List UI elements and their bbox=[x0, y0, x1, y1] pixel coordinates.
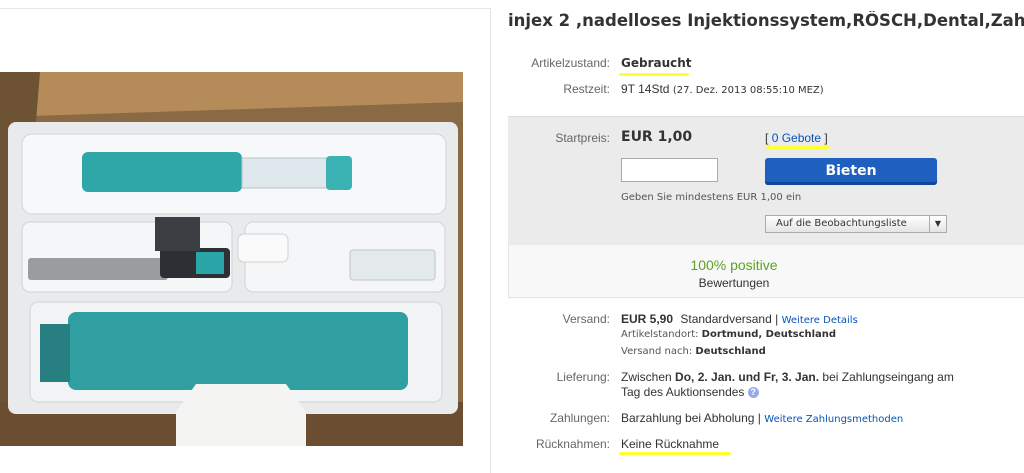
feedback-label: Bewertungen bbox=[698, 276, 770, 290]
ships-to: Versand nach: Deutschland bbox=[621, 346, 766, 357]
bids-bracket-open: [ bbox=[765, 131, 769, 145]
shipping-details-link[interactable]: Weitere Details bbox=[782, 315, 858, 326]
watchlist-label: Auf die Beobachtungsliste bbox=[776, 218, 907, 229]
injector-rod bbox=[28, 258, 168, 280]
shipping-separator: | bbox=[775, 312, 779, 326]
shipping-cost: EUR 5,90 bbox=[621, 312, 674, 326]
chevron-down-icon[interactable]: ▼ bbox=[929, 216, 946, 232]
condition-value: Gebraucht bbox=[621, 56, 692, 70]
payments-separator: | bbox=[757, 411, 761, 425]
end-date: (27. Dez. 2013 08:55:10 MEZ) bbox=[672, 85, 824, 96]
column-divider bbox=[490, 8, 491, 473]
returns-highlight bbox=[619, 452, 731, 455]
start-price-label: Startpreis: bbox=[555, 131, 610, 145]
condition-label: Artikelzustand: bbox=[531, 56, 610, 70]
condition-highlight bbox=[619, 73, 689, 76]
delivery-pre: Zwischen bbox=[621, 370, 672, 384]
bids-count: [ 0 Gebote ] bbox=[765, 131, 828, 145]
location-label: Artikelstandort: bbox=[621, 329, 699, 340]
injector-cap bbox=[82, 152, 242, 192]
bids-link[interactable]: 0 Gebote bbox=[772, 131, 821, 145]
ships-to-value: Deutschland bbox=[695, 346, 766, 357]
delivery-post: bei Zahlungseingang am bbox=[822, 370, 954, 384]
watchlist-button[interactable]: Auf die Beobachtungsliste ▼ bbox=[765, 215, 947, 233]
delivery-label: Lieferung: bbox=[556, 370, 610, 384]
payments-label: Zahlungen: bbox=[549, 411, 610, 425]
ships-to-label: Versand nach: bbox=[621, 346, 693, 357]
delivery-dates: Do, 2. Jan. und Fr, 3. Jan. bbox=[675, 370, 820, 384]
product-photo[interactable] bbox=[0, 72, 463, 446]
delivery-line2: Tag des Auktionsendes bbox=[621, 385, 745, 399]
payments-value: Barzahlung bei Abholung bbox=[621, 411, 755, 425]
item-location: Artikelstandort: Dortmund, Deutschland bbox=[621, 329, 836, 340]
feedback-percent[interactable]: 100% positive bbox=[508, 257, 960, 273]
shipping-label: Versand: bbox=[562, 312, 610, 326]
returns-value: Keine Rücknahme bbox=[621, 437, 720, 451]
time-left-value: 9T 14Std bbox=[621, 82, 670, 96]
payments-more-link[interactable]: Weitere Zahlungsmethoden bbox=[764, 414, 903, 425]
location-value: Dortmund, Deutschland bbox=[701, 329, 837, 340]
image-column bbox=[0, 0, 490, 473]
help-icon[interactable]: ? bbox=[747, 387, 759, 399]
box-flap bbox=[176, 384, 306, 446]
bids-bracket-close: ] bbox=[824, 131, 828, 145]
delivery-info: Zwischen Do, 2. Jan. und Fr, 3. Jan. bei… bbox=[621, 370, 991, 400]
bids-highlight bbox=[766, 146, 830, 149]
payments-line: Barzahlung bei Abholung | Weitere Zahlun… bbox=[621, 411, 903, 425]
time-left: 9T 14Std (27. Dez. 2013 08:55:10 MEZ) bbox=[621, 82, 824, 96]
returns-label: Rücknahmen: bbox=[535, 437, 610, 451]
shipping-method: Standardversand bbox=[680, 312, 772, 326]
listing-title: injex 2 ,nadelloses Injektionssystem,RÖS… bbox=[508, 11, 1024, 30]
shipping-line: EUR 5,90 Standardversand | Weitere Detai… bbox=[621, 312, 858, 326]
min-bid-hint: Geben Sie mindestens EUR 1,00 ein bbox=[621, 192, 802, 203]
start-price: EUR 1,00 bbox=[621, 129, 693, 145]
time-left-label: Restzeit: bbox=[563, 82, 610, 96]
divider bbox=[0, 8, 490, 9]
injector-case bbox=[68, 312, 408, 390]
bid-button[interactable]: Bieten bbox=[765, 158, 937, 185]
bid-amount-input[interactable] bbox=[621, 158, 718, 182]
